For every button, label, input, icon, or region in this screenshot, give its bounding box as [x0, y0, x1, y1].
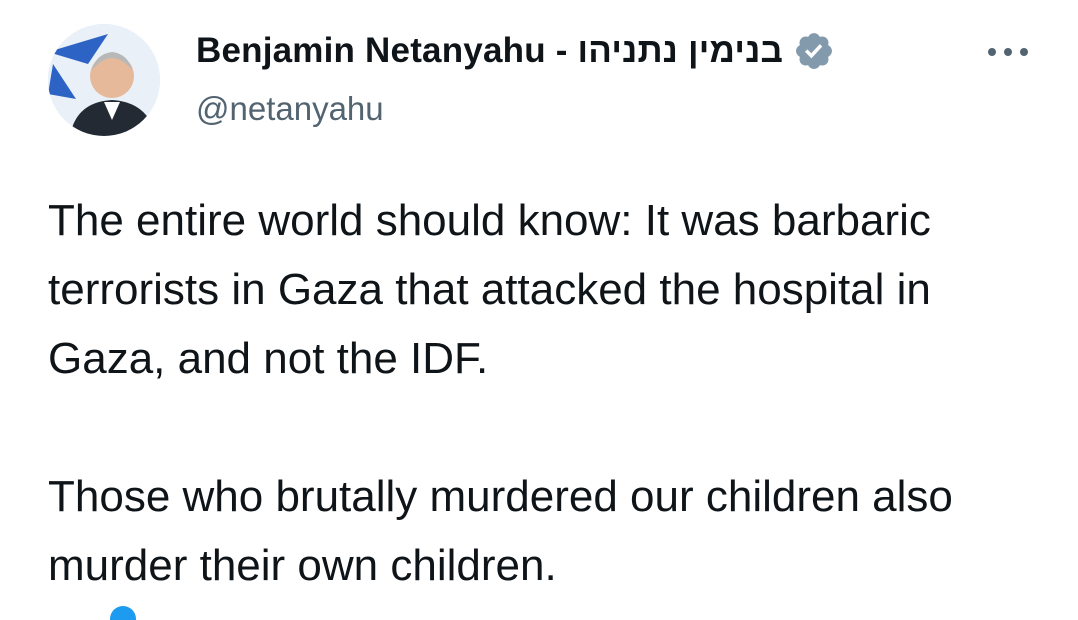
globe-icon — [110, 606, 136, 620]
tweet-paragraph-2: Those who brutally murdered our children… — [48, 472, 953, 590]
more-horizontal-icon — [988, 48, 1028, 56]
author-display-name[interactable]: Benjamin Netanyahu - בנימין נתניהו — [196, 31, 783, 71]
tweet-paragraph-1: The entire world should know: It was bar… — [48, 196, 931, 383]
tweet-footer-partial — [48, 600, 508, 620]
author-name-row: Benjamin Netanyahu - בנימין נתניהו — [196, 30, 835, 72]
author-handle[interactable]: @netanyahu — [196, 90, 384, 128]
verified-badge-icon — [793, 30, 835, 72]
avatar[interactable] — [48, 24, 160, 136]
avatar-image — [48, 24, 160, 136]
tweet-text: The entire world should know: It was bar… — [48, 186, 1048, 600]
more-options-button[interactable] — [984, 34, 1032, 70]
